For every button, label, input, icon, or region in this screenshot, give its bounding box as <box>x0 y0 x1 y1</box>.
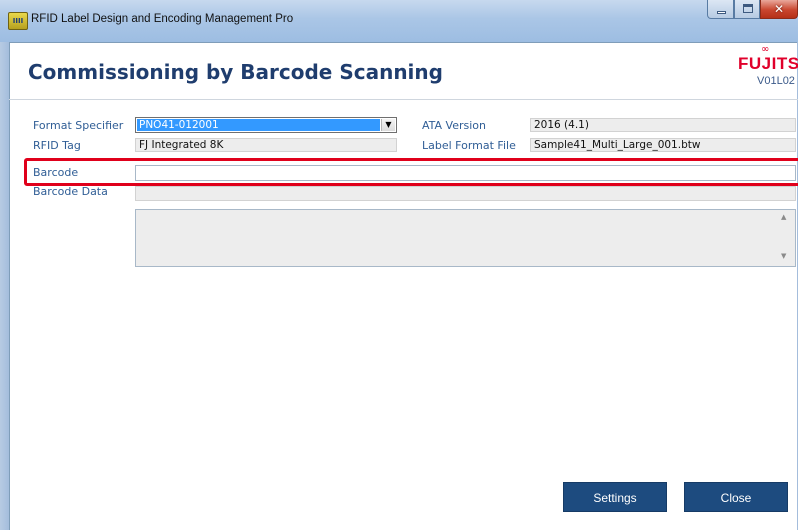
page-title: Commissioning by Barcode Scanning <box>28 60 443 84</box>
close-icon: ✕ <box>773 2 785 16</box>
window-frame-left <box>0 42 10 530</box>
scroll-up-icon[interactable]: ▲ <box>781 213 786 221</box>
maximize-icon <box>743 4 753 13</box>
minimize-button[interactable] <box>707 0 734 19</box>
close-window-button[interactable]: ✕ <box>760 0 798 19</box>
ata-version-field: 2016 (4.1) <box>530 118 796 132</box>
format-specifier-select[interactable]: PNO41-012001 ▼ <box>135 117 397 133</box>
label-format-file-field: Sample41_Multi_Large_001.btw <box>530 138 796 152</box>
ata-version-label: ATA Version <box>422 119 487 132</box>
scroll-down-icon[interactable]: ▼ <box>781 252 786 260</box>
header-divider <box>9 99 798 100</box>
title-bar: IIII RFID Label Design and Encoding Mana… <box>0 0 798 43</box>
settings-button[interactable]: Settings <box>563 482 667 512</box>
maximize-button[interactable] <box>734 0 760 19</box>
chevron-down-icon[interactable]: ▼ <box>381 119 395 131</box>
window-title: RFID Label Design and Encoding Managemen… <box>31 13 294 25</box>
close-button[interactable]: Close <box>684 482 788 512</box>
barcode-data-label: Barcode Data <box>33 185 108 198</box>
version-label: V01L02 <box>757 75 795 87</box>
fujitsu-logo: FUJITSU <box>738 54 798 73</box>
rfid-tag-field: FJ Integrated 8K <box>135 138 397 152</box>
rfid-tag-label: RFID Tag <box>33 139 81 152</box>
format-specifier-label: Format Specifier <box>33 119 124 132</box>
minimize-icon <box>717 11 726 14</box>
barcode-data-field <box>135 186 796 201</box>
label-format-file-label: Label Format File <box>422 139 516 152</box>
barcode-data-textarea[interactable]: ▲ ▼ <box>135 209 796 267</box>
format-specifier-value: PNO41-012001 <box>137 119 380 131</box>
app-icon: IIII <box>8 12 28 30</box>
barcode-highlight-box <box>24 158 798 186</box>
